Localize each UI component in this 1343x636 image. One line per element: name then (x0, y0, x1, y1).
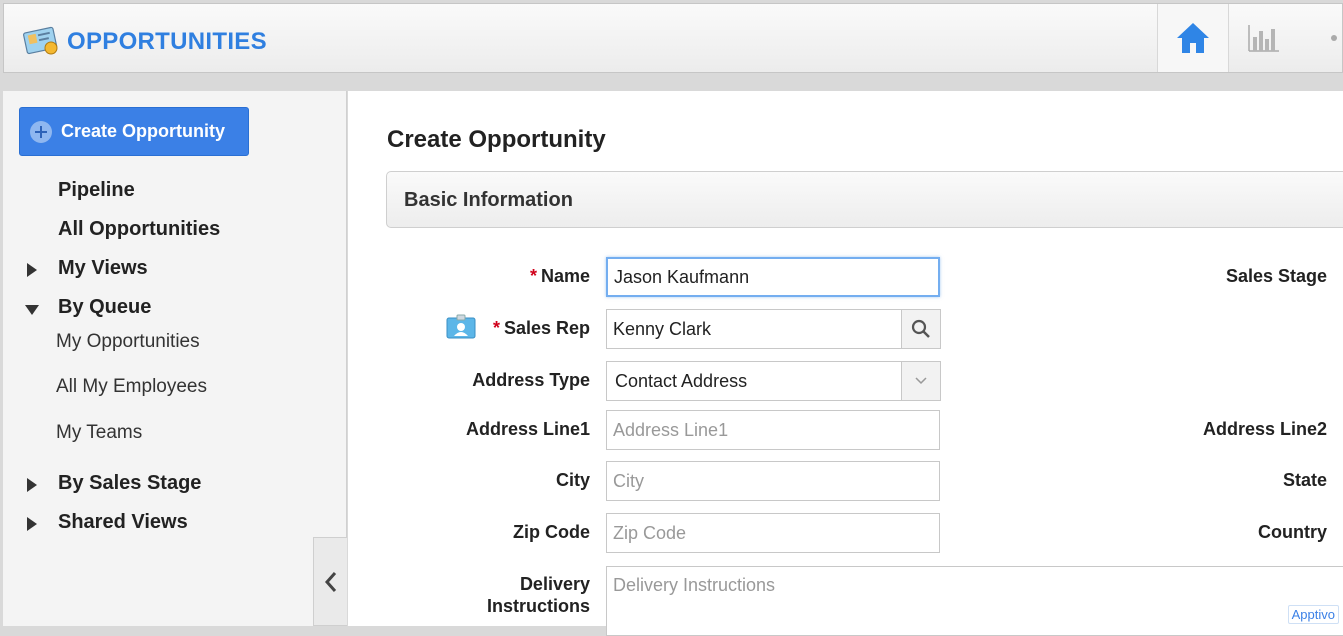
delivery-instructions-label: Delivery Instructions (486, 574, 590, 616)
create-opportunity-label: Create Opportunity (61, 121, 226, 141)
contact-card-icon[interactable] (446, 314, 476, 345)
sidebar-item-my-teams[interactable]: My Teams (56, 422, 142, 444)
home-icon (1177, 23, 1209, 53)
section-header[interactable]: Basic Information (386, 171, 1343, 228)
address-line1-label: Address Line1 (465, 419, 590, 439)
plus-icon (30, 120, 52, 143)
bar-chart-icon (1248, 25, 1279, 52)
sidebar: Create Opportunity Pipeline All Opportun… (3, 91, 347, 626)
collapse-sidebar-button[interactable] (313, 537, 347, 626)
address-type-label: Address Type (472, 370, 590, 390)
sidebar-item-all-my-employees[interactable]: All My Employees (56, 376, 207, 398)
address-type-dropdown-button[interactable] (901, 361, 941, 401)
section-title: Basic Information (404, 189, 573, 211)
page-title: Create Opportunity (387, 126, 606, 153)
create-opportunity-button[interactable]: Create Opportunity (19, 107, 249, 156)
sidebar-item-my-opportunities[interactable]: My Opportunities (56, 331, 200, 353)
sales-rep-label: * Sales Rep (492, 318, 590, 338)
more-icon[interactable] (1324, 4, 1343, 72)
sidebar-item-all-opportunities[interactable]: All Opportunities (58, 218, 220, 241)
expand-arrow-icon[interactable] (27, 263, 37, 277)
sales-stage-label: Sales Stage (1225, 266, 1327, 286)
expand-arrow-icon[interactable] (27, 517, 37, 531)
home-button[interactable] (1157, 4, 1229, 72)
expand-arrow-icon[interactable] (27, 478, 37, 492)
sidebar-item-by-queue[interactable]: By Queue (58, 296, 151, 319)
sales-rep-field[interactable] (606, 309, 902, 349)
reports-button[interactable] (1228, 4, 1298, 72)
app-title: OPPORTUNITIES (67, 28, 267, 55)
country-label: Country (1258, 522, 1327, 542)
address-line1-field[interactable] (606, 410, 940, 450)
zip-code-field[interactable] (606, 513, 940, 553)
search-icon (911, 319, 930, 338)
sidebar-item-my-views[interactable]: My Views (58, 257, 148, 280)
app-header: OPPORTUNITIES (3, 3, 1343, 73)
apptivo-watermark: Apptivo (1287, 605, 1339, 624)
name-label: * Name (529, 266, 590, 286)
chevron-down-icon (915, 377, 927, 385)
city-field[interactable] (606, 461, 940, 501)
main-content: Create Opportunity Basic Information * Na… (348, 91, 1343, 636)
state-label: State (1282, 470, 1327, 490)
opportunities-card-icon (23, 25, 61, 57)
sidebar-item-shared-views[interactable]: Shared Views (58, 511, 188, 534)
sales-rep-search-button[interactable] (901, 309, 941, 349)
address-type-select[interactable]: Contact Address (606, 361, 902, 401)
sidebar-item-by-sales-stage[interactable]: By Sales Stage (58, 472, 201, 495)
address-line2-label: Address Line2 (1202, 419, 1327, 439)
name-field[interactable] (606, 257, 940, 297)
collapse-arrow-icon[interactable] (25, 305, 39, 315)
sidebar-item-pipeline[interactable]: Pipeline (58, 179, 135, 202)
chevron-left-icon (324, 571, 336, 592)
zip-code-label: Zip Code (513, 522, 590, 542)
city-label: City (555, 470, 590, 490)
